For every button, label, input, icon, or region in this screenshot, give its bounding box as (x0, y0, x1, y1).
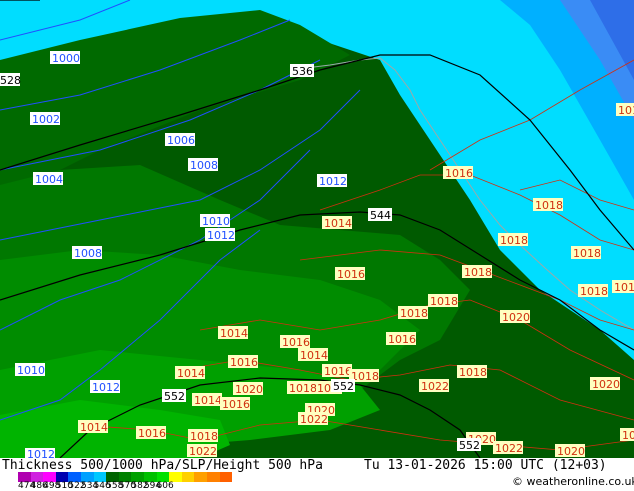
slp-red-label: 1018 (400, 307, 428, 320)
slp-red-label: 1016 (618, 104, 634, 117)
slp-red-label: 1014 (220, 327, 248, 340)
slp-red-label: 1016 (230, 356, 258, 369)
slp-blue-label: 1012 (207, 229, 235, 242)
slp-blue-label: 1012 (92, 381, 120, 394)
slp-red-label: 1014 (324, 217, 352, 230)
slp-red-label: 1016 (388, 333, 416, 346)
slp-red-label: 1018 (459, 366, 487, 379)
slp-red-label: 1014 (300, 349, 328, 362)
slp-red-label: 1014 (177, 367, 205, 380)
slp-red-label: 1020 (557, 445, 585, 458)
slp-red-label: 1014 (194, 394, 222, 407)
slp-red-label: 1016 (222, 398, 250, 411)
slp-red-label: 1022 (495, 442, 523, 455)
legend-swatch (219, 472, 233, 482)
legend-swatch (194, 472, 207, 482)
slp-red-label: 1018 (500, 234, 528, 247)
slp-red-label: 1020 (235, 383, 263, 396)
credit-link[interactable]: © weatheronline.co.uk (512, 475, 634, 488)
slp-red-label: 1018 (190, 430, 218, 443)
slp-red-label: 1018 (535, 199, 563, 212)
slp-blue-label: 1006 (167, 134, 195, 147)
slp-red-label: 1018 (351, 370, 379, 383)
slp-red-label: 1020 (592, 378, 620, 391)
slp-blue-label: 1012 (27, 448, 55, 458)
slp-red-label: 1016 (138, 427, 166, 440)
height-label: 544 (370, 209, 391, 222)
slp-red-label: 1022 (421, 380, 449, 393)
valid-time: Tu 13-01-2026 15:00 UTC (12+03) (364, 458, 607, 473)
slp-blue-label: 1010 (17, 364, 45, 377)
height-label: 552 (459, 439, 480, 452)
height-label: 552 (333, 380, 354, 393)
slp-red-label: 1014 (80, 421, 108, 434)
slp-red-label: 1020 (622, 429, 634, 442)
slp-blue-label: 1010 (202, 215, 230, 228)
slp-red-label: 1016 (324, 365, 352, 378)
slp-red-label: 1022 (189, 445, 217, 458)
slp-red-label: 1020 (502, 311, 530, 324)
slp-red-label: 1016 (614, 281, 634, 294)
map-canvas: 1000 1002 1004 1006 1008 1008 1010 1012 … (0, 0, 634, 461)
height-label: 528 (0, 74, 21, 87)
height-label: 536 (292, 65, 313, 78)
slp-blue-label: 1008 (190, 159, 218, 172)
slp-red-label: 1016 (282, 336, 310, 349)
thickness-map: 1000 1002 1004 1006 1008 1008 1010 1012 … (0, 0, 634, 461)
slp-blue-label: 1004 (35, 173, 63, 186)
slp-red-label: 1016 (445, 167, 473, 180)
slp-red-label: 1018 (464, 266, 492, 279)
legend-swatch (181, 472, 195, 482)
slp-blue-label: 1002 (32, 113, 60, 126)
height-label: 552 (164, 390, 185, 403)
slp-red-label: 1018 (289, 382, 317, 395)
slp-blue-label: 1012 (319, 175, 347, 188)
footer: Thickness 500/1000 hPa/SLP/Height 500 hP… (0, 458, 634, 491)
slp-red-label: 1016 (337, 268, 365, 281)
slp-blue-label: 1008 (74, 247, 102, 260)
slp-label: 1000 (50, 51, 80, 65)
slp-red-label: 1022 (300, 413, 328, 426)
map-title: Thickness 500/1000 hPa/SLP/Height 500 hP… (2, 458, 323, 473)
slp-red-label: 1018 (430, 295, 458, 308)
slp-red-label: 1018 (573, 247, 601, 260)
slp-red-label: 1018 (580, 285, 608, 298)
slp-blue-label: 1000 (52, 52, 80, 65)
legend-swatch (206, 472, 220, 482)
